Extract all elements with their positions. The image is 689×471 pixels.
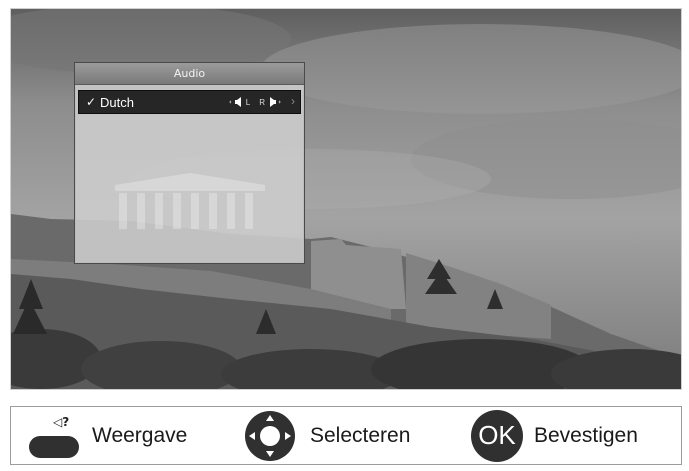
right-channel-label: R (259, 97, 265, 107)
audio-menu-title: Audio (75, 63, 304, 85)
audio-option-dutch[interactable]: ✓ Dutch L R › (78, 90, 301, 114)
hint-selecteren: Selecteren (244, 407, 410, 464)
speaker-right-icon (270, 97, 281, 107)
hint-bevestigen: OK Bevestigen (471, 407, 638, 464)
weergave-label: Weergave (92, 423, 188, 447)
bevestigen-label: Bevestigen (534, 423, 638, 447)
dpad-icon[interactable] (244, 410, 296, 462)
audio-button[interactable]: ◁? (27, 411, 83, 461)
temple-watermark (115, 173, 265, 229)
tv-screen: Audio ✓ Dutch L R › (10, 8, 682, 390)
speaker-left-icon (229, 97, 241, 107)
stereo-channel-indicator: L R (229, 97, 282, 107)
hint-weergave: ◁? Weergave (27, 407, 187, 464)
audio-menu: Audio ✓ Dutch L R › (74, 62, 305, 264)
audio-question-icon: ◁? (53, 414, 70, 429)
selecteren-label: Selecteren (310, 423, 411, 447)
chevron-right-icon: › (291, 94, 295, 108)
ok-button[interactable]: OK (471, 409, 523, 462)
remote-button-shape (29, 435, 79, 458)
button-hint-bar: ◁? Weergave Selecteren OK Bevestigen (10, 406, 682, 465)
audio-language-label: Dutch (100, 94, 134, 110)
checkmark-icon: ✓ (86, 95, 97, 109)
left-channel-label: L (245, 97, 251, 107)
